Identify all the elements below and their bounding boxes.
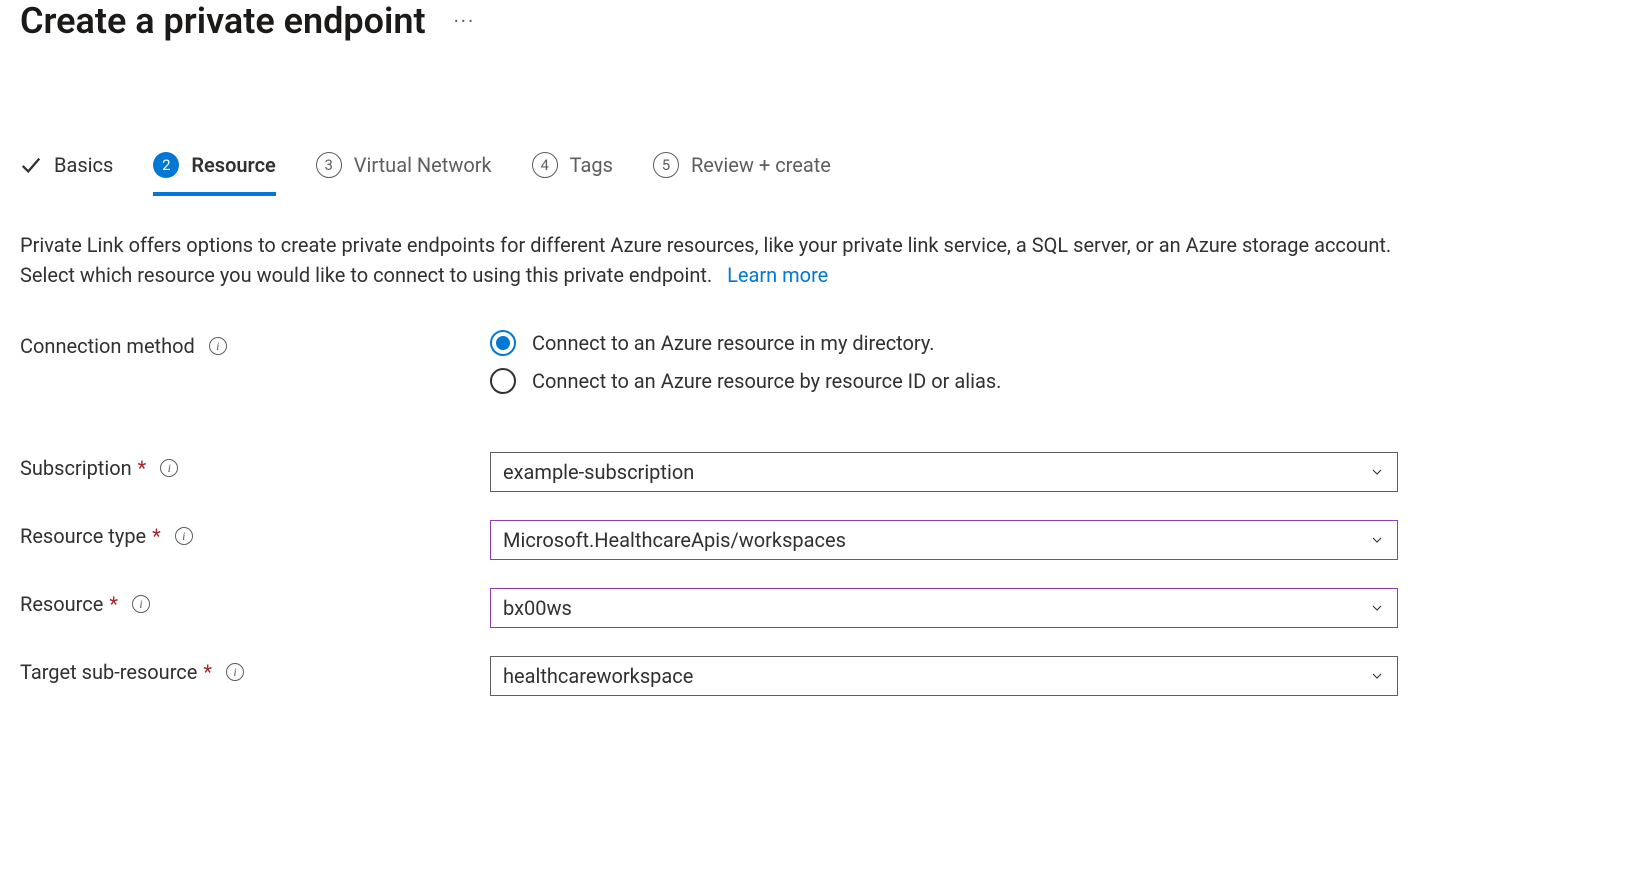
info-icon[interactable]: i (226, 663, 244, 681)
chevron-down-icon (1369, 532, 1385, 548)
resource-type-dropdown[interactable]: Microsoft.HealthcareApis/workspaces (490, 520, 1398, 560)
row-connection-method: Connection method i Connect to an Azure … (20, 330, 1628, 394)
tab-review-create[interactable]: 5 Review + create (653, 152, 831, 196)
row-subscription: Subscription * i example-subscription (20, 452, 1628, 492)
radio-connect-resource-id-label: Connect to an Azure resource by resource… (532, 369, 1001, 393)
label-resource-type: Resource type * i (20, 520, 490, 548)
step-badge-4: 4 (532, 152, 558, 178)
label-target-sub-resource-text: Target sub-resource (20, 660, 197, 684)
row-resource-type: Resource type * i Microsoft.HealthcareAp… (20, 520, 1628, 560)
radio-connect-directory-label: Connect to an Azure resource in my direc… (532, 331, 935, 355)
subscription-value: example-subscription (503, 460, 694, 484)
chevron-down-icon (1369, 464, 1385, 480)
tab-basics-label: Basics (54, 153, 113, 177)
more-actions-icon[interactable]: ··· (454, 11, 476, 31)
tab-tags[interactable]: 4 Tags (532, 152, 613, 196)
page-header: Create a private endpoint ··· (20, 0, 1628, 42)
info-icon[interactable]: i (132, 595, 150, 613)
subscription-dropdown[interactable]: example-subscription (490, 452, 1398, 492)
required-star-icon: * (138, 456, 147, 480)
step-badge-3: 3 (316, 152, 342, 178)
row-resource: Resource * i bx00ws (20, 588, 1628, 628)
label-connection-method-text: Connection method (20, 334, 195, 358)
info-icon[interactable]: i (175, 527, 193, 545)
tab-tags-label: Tags (570, 153, 613, 177)
required-star-icon: * (203, 660, 212, 684)
resource-type-value: Microsoft.HealthcareApis/workspaces (503, 528, 846, 552)
label-subscription-text: Subscription (20, 456, 132, 480)
target-sub-resource-dropdown[interactable]: healthcareworkspace (490, 656, 1398, 696)
label-subscription: Subscription * i (20, 452, 490, 480)
intro-text: Private Link offers options to create pr… (20, 233, 1391, 287)
page-title: Create a private endpoint (20, 0, 426, 42)
label-resource-type-text: Resource type (20, 524, 146, 548)
label-connection-method: Connection method i (20, 330, 490, 358)
connection-method-radio-group: Connect to an Azure resource in my direc… (490, 330, 1398, 394)
form-area: Connection method i Connect to an Azure … (20, 330, 1628, 696)
resource-value: bx00ws (503, 596, 572, 620)
radio-icon (490, 330, 516, 356)
radio-connect-resource-id[interactable]: Connect to an Azure resource by resource… (490, 368, 1398, 394)
required-star-icon: * (109, 592, 118, 616)
step-badge-5: 5 (653, 152, 679, 178)
label-resource-text: Resource (20, 592, 103, 616)
label-target-sub-resource: Target sub-resource * i (20, 656, 490, 684)
tab-virtual-network[interactable]: 3 Virtual Network (316, 152, 492, 196)
tab-resource-label: Resource (191, 153, 275, 177)
intro-paragraph: Private Link offers options to create pr… (20, 230, 1400, 290)
row-target-sub-resource: Target sub-resource * i healthcareworksp… (20, 656, 1628, 696)
tab-virtual-network-label: Virtual Network (354, 153, 492, 177)
info-icon[interactable]: i (209, 337, 227, 355)
chevron-down-icon (1369, 600, 1385, 616)
tab-basics[interactable]: Basics (20, 153, 113, 195)
info-icon[interactable]: i (160, 459, 178, 477)
chevron-down-icon (1369, 668, 1385, 684)
tab-resource[interactable]: 2 Resource (153, 152, 275, 196)
radio-connect-directory[interactable]: Connect to an Azure resource in my direc… (490, 330, 1398, 356)
target-sub-resource-value: healthcareworkspace (503, 664, 693, 688)
resource-dropdown[interactable]: bx00ws (490, 588, 1398, 628)
step-badge-2: 2 (153, 152, 179, 178)
wizard-tabs: Basics 2 Resource 3 Virtual Network 4 Ta… (20, 152, 1628, 196)
tab-review-create-label: Review + create (691, 153, 831, 177)
label-resource: Resource * i (20, 588, 490, 616)
required-star-icon: * (152, 524, 161, 548)
checkmark-icon (20, 154, 42, 176)
radio-icon (490, 368, 516, 394)
learn-more-link[interactable]: Learn more (727, 263, 828, 287)
